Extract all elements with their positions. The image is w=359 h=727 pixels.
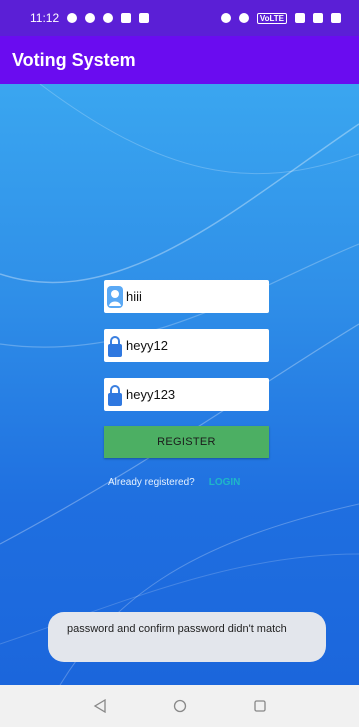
- password-field[interactable]: [104, 329, 269, 362]
- app-title: Voting System: [12, 49, 136, 70]
- battery-icon: [331, 13, 341, 23]
- username-field[interactable]: [104, 280, 269, 313]
- user-icon: [106, 284, 124, 310]
- app-notification-icon: [121, 13, 132, 23]
- username-input[interactable]: [124, 289, 264, 304]
- password-input[interactable]: [124, 338, 264, 353]
- login-link[interactable]: LOGIN: [209, 477, 241, 488]
- register-button[interactable]: REGISTER: [104, 426, 269, 458]
- confirm-password-field[interactable]: [104, 378, 269, 411]
- main-content: REGISTER Already registered? LOGIN passw…: [0, 84, 359, 685]
- signal-icon: [313, 13, 323, 23]
- lock-icon: [106, 382, 124, 408]
- lock-icon: [106, 333, 124, 359]
- already-registered-label: Already registered?: [108, 477, 195, 488]
- status-bar: 11:12 VoLTE: [0, 0, 359, 36]
- whatsapp-icon: [67, 13, 78, 23]
- app-bar: Voting System: [0, 36, 359, 84]
- status-right: VoLTE: [220, 12, 341, 24]
- status-time: 11:12: [30, 11, 60, 25]
- confirm-password-input[interactable]: [124, 387, 264, 402]
- home-icon[interactable]: [170, 696, 190, 716]
- back-icon[interactable]: [90, 696, 110, 716]
- toast-message: password and confirm password didn't mat…: [48, 612, 326, 662]
- recents-icon[interactable]: [250, 696, 270, 716]
- alarm-icon: [220, 13, 231, 23]
- hotspot-icon: [238, 13, 249, 23]
- mute-icon: [295, 13, 305, 23]
- volte-badge: VoLTE: [256, 12, 287, 24]
- notification-icon: [85, 13, 96, 23]
- settings-icon: [103, 13, 114, 23]
- login-row: Already registered? LOGIN: [108, 477, 240, 488]
- sim-icon: [139, 13, 150, 23]
- navigation-bar: [0, 685, 359, 727]
- status-left: 11:12: [30, 11, 150, 25]
